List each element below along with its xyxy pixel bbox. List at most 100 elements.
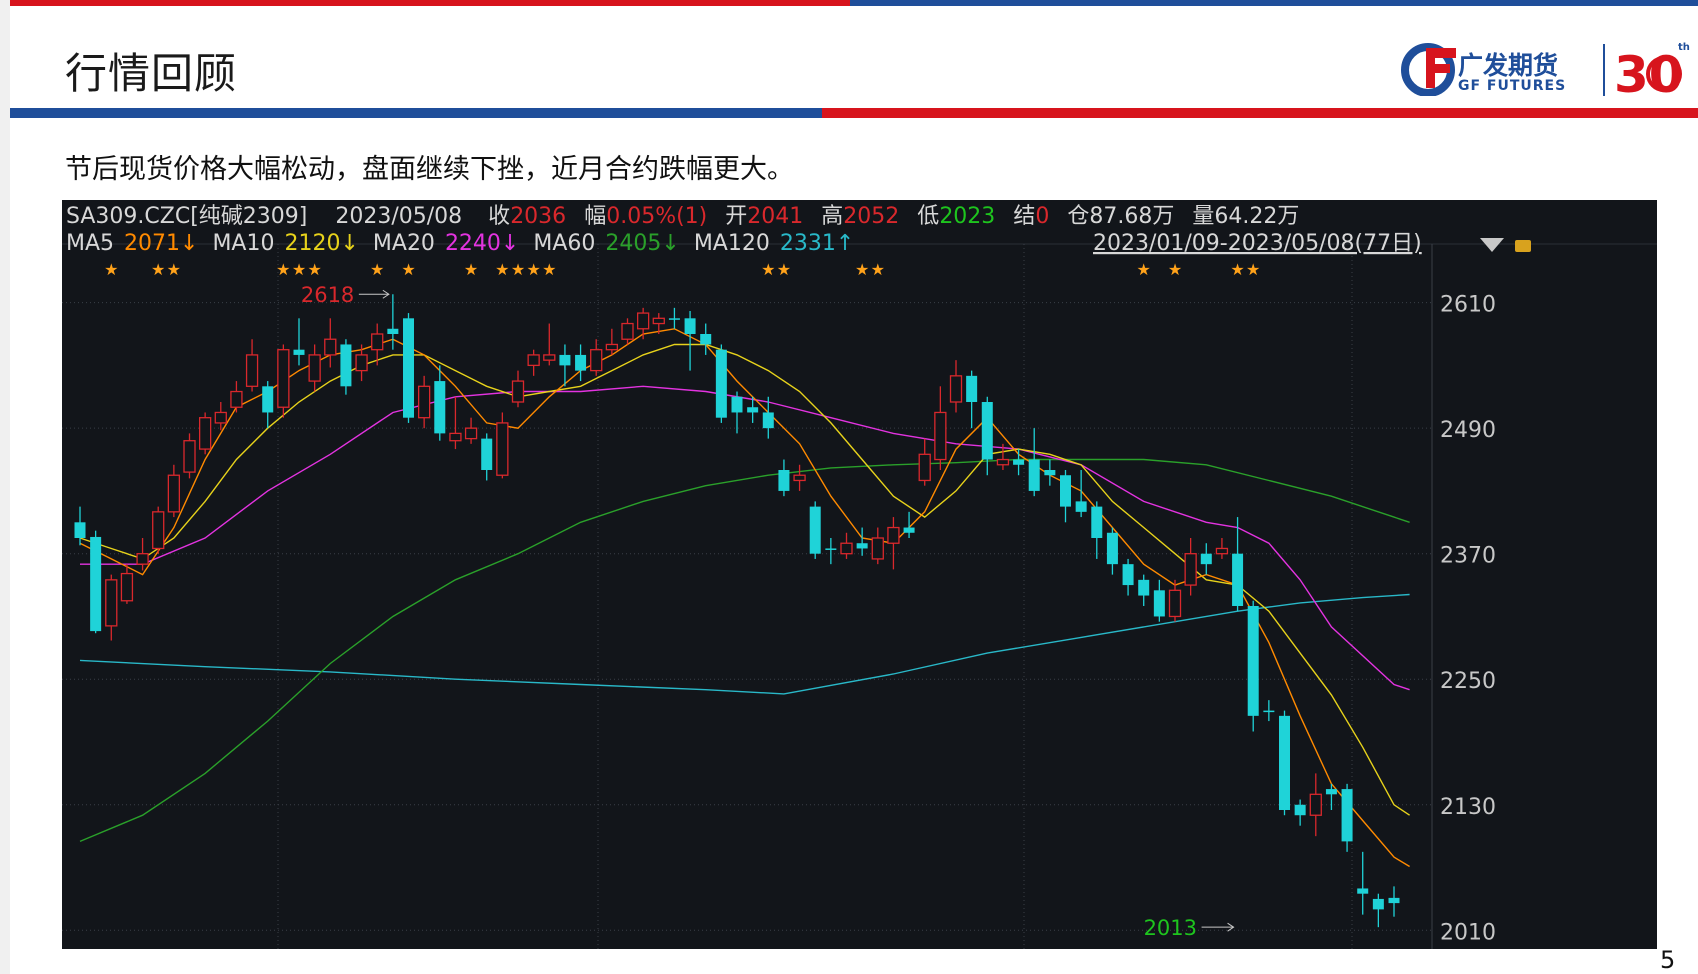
header-close-label: 收: [488, 204, 510, 229]
candle-body: [1153, 590, 1165, 617]
quote-header: SA309.CZC[纯碱2309] 2023/05/08 收2036 幅0.05%(1…: [66, 204, 1299, 229]
candle-body: [1372, 898, 1384, 910]
candle-body: [152, 511, 165, 550]
candle-body: [809, 506, 821, 554]
y-tick-label: 2370: [1440, 544, 1496, 569]
candle-body: [1091, 506, 1103, 538]
low-annotation: 2013: [1144, 916, 1197, 940]
candle-body: [403, 318, 414, 418]
candle-body: [1106, 532, 1118, 565]
candle-body: [481, 438, 493, 470]
candle-body: [198, 417, 212, 450]
star-marker: ★: [1168, 260, 1182, 279]
candle-body: [715, 349, 727, 418]
star-marker: ★: [370, 260, 384, 279]
slide-title: 行情回顾: [65, 49, 238, 98]
candle-body: [293, 349, 305, 355]
candle-body: [996, 458, 1010, 466]
star-marker: ★: [104, 260, 118, 279]
title-band-blue: [10, 108, 822, 118]
candlestick-chart[interactable]: 2610 2490 2370 2250 2130 2010 SA309.CZC[纯碱2309…: [62, 200, 1657, 949]
star-marker: ★: [855, 260, 869, 279]
candle-body: [700, 334, 712, 345]
star-marker: ★: [464, 260, 478, 279]
candle-body: [434, 381, 446, 434]
candle-body: [871, 537, 884, 560]
candle-body: [230, 390, 243, 408]
star-marker: ★: [777, 260, 791, 279]
candle-body: [575, 354, 587, 371]
candle-body: [762, 412, 774, 429]
star-marker: ★: [871, 260, 885, 279]
candle-body: [1341, 789, 1353, 842]
candle-body: [621, 322, 634, 340]
y-tick-label: 2250: [1440, 669, 1496, 694]
candle-body: [559, 354, 571, 366]
header-open: 2041: [747, 204, 803, 229]
candle-body: [1388, 897, 1400, 904]
gf-logo-icon: [1401, 43, 1456, 97]
ma-legend-value: 2331↑: [780, 231, 854, 256]
header-volume: 64.22万: [1214, 204, 1299, 229]
star-marker: ★: [292, 260, 306, 279]
ma-legend-name: MA20: [373, 231, 435, 256]
header-symbol: SA309.CZC[纯碱2309]: [66, 204, 307, 229]
candle-body: [605, 343, 619, 351]
star-marker: ★: [1246, 260, 1260, 279]
high-annotation: 2618: [301, 283, 354, 307]
header-open-label: 开: [725, 204, 747, 229]
header-change: 0.05%(1): [606, 204, 707, 229]
top-accent-red: [10, 0, 850, 6]
candle-body: [1013, 459, 1025, 465]
slide: 行情回顾 广发期货 GF FUTURES 30 th 节后现货价格大幅松动，盘面…: [10, 0, 1698, 974]
candle-body: [1168, 589, 1182, 618]
candle-body: [371, 333, 384, 351]
candle-body: [856, 543, 868, 549]
star-marker: ★: [542, 260, 556, 279]
header-close: 2036: [510, 204, 566, 229]
logo-en-text: GF FUTURES: [1458, 78, 1567, 94]
header-volume-label: 量: [1192, 204, 1214, 229]
header-date: 2023/05/08: [335, 204, 462, 229]
ma-legend: MA5 2071↓ MA10 2120↓ MA20 2240↓ MA60 2405↓ MA120…: [66, 231, 854, 256]
candle-body: [1138, 579, 1150, 596]
candle-body: [684, 318, 696, 334]
ma-legend-name: MA60: [533, 231, 595, 256]
slide-subtitle: 节后现货价格大幅松动，盘面继续下挫，近月合约跌幅更大。: [65, 154, 794, 185]
star-marker: ★: [167, 260, 181, 279]
date-range-selector[interactable]: 2023/01/09-2023/05/08(77日): [1093, 231, 1422, 256]
star-marker: ★: [526, 260, 540, 279]
logo-separator: [1603, 44, 1605, 96]
candle-body: [1279, 715, 1290, 810]
chart-background: [62, 200, 1657, 949]
candle-body: [1184, 553, 1197, 586]
ma-legend-name: MA5: [66, 231, 114, 256]
candle-body: [496, 422, 509, 476]
candle-body: [245, 354, 259, 387]
candle-body: [778, 470, 790, 491]
candle-body: [1263, 710, 1275, 713]
candle-body: [949, 375, 963, 403]
logo-cn-text: 广发期货: [1458, 51, 1559, 80]
star-marker: ★: [1137, 260, 1151, 279]
candle-body: [793, 474, 806, 482]
candle-body: [340, 344, 352, 387]
candle-body: [1325, 789, 1337, 795]
header-change-label: 幅: [584, 204, 606, 229]
candle-body: [527, 354, 540, 367]
anniversary-th-text: th: [1678, 42, 1690, 53]
star-marker: ★: [276, 260, 290, 279]
candle-body: [183, 440, 196, 473]
candle-body: [1122, 564, 1134, 586]
candle-body: [277, 349, 290, 408]
candlestick-chart-panel[interactable]: 2610 2490 2370 2250 2130 2010 SA309.CZC[纯碱2309…: [62, 200, 1657, 949]
y-tick-label: 2130: [1440, 795, 1496, 820]
candle-body: [981, 402, 993, 460]
candle-body: [590, 349, 603, 372]
header-low: 2023: [939, 204, 995, 229]
header-oi: 87.68万: [1089, 204, 1174, 229]
candle-body: [214, 411, 227, 424]
star-marker: ★: [761, 260, 775, 279]
candle-body: [887, 526, 900, 544]
candle-body: [1294, 804, 1306, 816]
